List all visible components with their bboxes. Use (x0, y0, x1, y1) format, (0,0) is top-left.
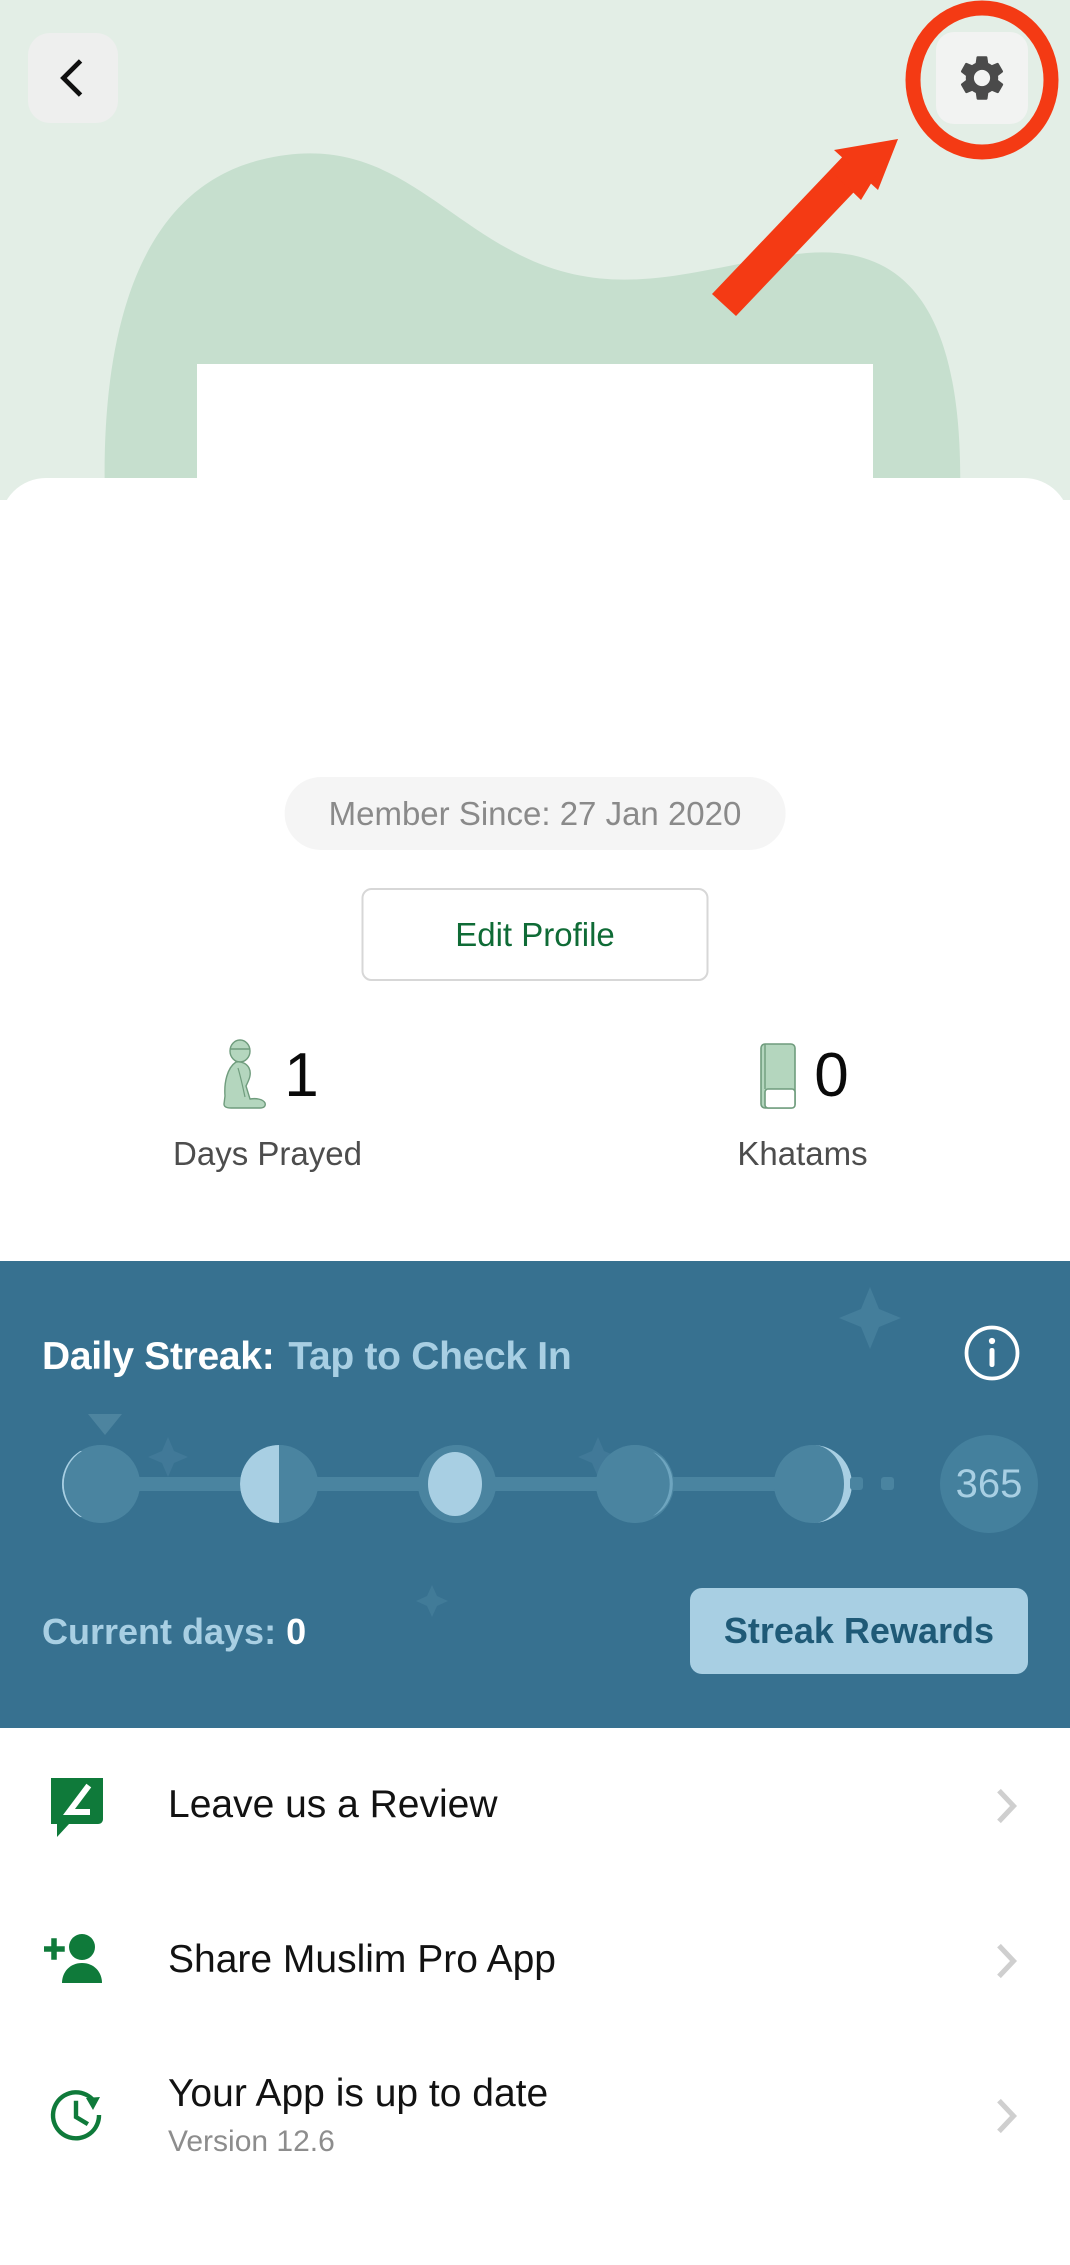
chevron-right-icon (986, 2088, 1026, 2144)
current-days-label: Current days: (42, 1611, 277, 1652)
menu-item-text: Leave us a Review (168, 1783, 986, 1828)
menu-item-share-app[interactable]: Share Muslim Pro App (0, 1883, 1070, 2038)
menu-item-subtitle: Version 12.6 (168, 2124, 335, 2158)
person-add-icon (44, 1932, 110, 1990)
streak-progress-dots (850, 1477, 894, 1490)
member-since-badge: Member Since: 27 Jan 2020 (284, 777, 786, 850)
menu-item-app-version[interactable]: Your App is up to date Version 12.6 (0, 2038, 1070, 2193)
streak-heading: Daily Streak: Tap to Check In (42, 1335, 572, 1379)
moon-phase-4-icon[interactable] (596, 1445, 674, 1523)
moon-phase-2-icon[interactable] (240, 1445, 318, 1523)
back-button[interactable] (28, 33, 118, 123)
current-day-pointer-icon (88, 1414, 122, 1435)
moon-phase-1-icon[interactable] (62, 1445, 140, 1523)
menu-item-text: Share Muslim Pro App (168, 1938, 986, 1983)
streak-moon-progress: 365 (40, 1409, 1038, 1549)
menu-item-title: Share Muslim Pro App (168, 1938, 557, 1982)
info-circle-icon (964, 1325, 1020, 1381)
stat-days-prayed: 1 Days Prayed (0, 1033, 535, 1173)
current-days-status: Current days: 0 (42, 1611, 306, 1653)
chevron-left-icon (60, 59, 83, 97)
streak-checkin-link[interactable]: Tap to Check In (288, 1335, 571, 1379)
edit-profile-button[interactable]: Edit Profile (361, 888, 709, 981)
current-days-value: 0 (286, 1611, 307, 1652)
profile-card: Member Since: 27 Jan 2020 Edit Profile 1… (0, 478, 1070, 1263)
profile-screen: Member Since: 27 Jan 2020 Edit Profile 1… (0, 0, 1070, 2265)
settings-button[interactable] (936, 32, 1028, 124)
menu-item-title: Leave us a Review (168, 1783, 498, 1827)
review-speech-bubble-icon (44, 1775, 110, 1837)
stat-value: 0 (814, 1041, 849, 1110)
settings-menu-list: Leave us a Review Share Muslim Pro App Y… (0, 1728, 1070, 2193)
chevron-right-icon (986, 1778, 1026, 1834)
update-clock-icon (44, 2085, 110, 2147)
daily-streak-banner[interactable]: Daily Streak: Tap to Check In 365 Curren… (0, 1261, 1070, 1728)
stat-label: Days Prayed (173, 1135, 362, 1172)
progress-dot (881, 1477, 894, 1490)
quran-book-icon (760, 1043, 797, 1109)
stat-label: Khatams (737, 1135, 868, 1172)
streak-rewards-button[interactable]: Streak Rewards (689, 1588, 1028, 1674)
menu-item-text: Your App is up to date Version 12.6 (168, 2072, 986, 2159)
menu-item-leave-review[interactable]: Leave us a Review (0, 1728, 1070, 1883)
stats-row: 1 Days Prayed 0 Khatams (0, 1033, 1070, 1173)
stat-value: 1 (284, 1041, 319, 1110)
gear-icon (960, 56, 1004, 100)
streak-milestone-badge[interactable]: 365 (940, 1435, 1038, 1533)
progress-dot (850, 1477, 863, 1490)
praying-person-icon (223, 1039, 267, 1109)
moon-phase-3-icon[interactable] (418, 1445, 496, 1523)
moon-phase-5-icon[interactable] (774, 1445, 852, 1523)
streak-info-button[interactable] (962, 1323, 1022, 1383)
chevron-right-icon (986, 1933, 1026, 1989)
streak-title-label: Daily Streak: (42, 1335, 275, 1378)
menu-item-title: Your App is up to date (168, 2072, 549, 2116)
stat-khatams: 0 Khatams (535, 1033, 1070, 1173)
